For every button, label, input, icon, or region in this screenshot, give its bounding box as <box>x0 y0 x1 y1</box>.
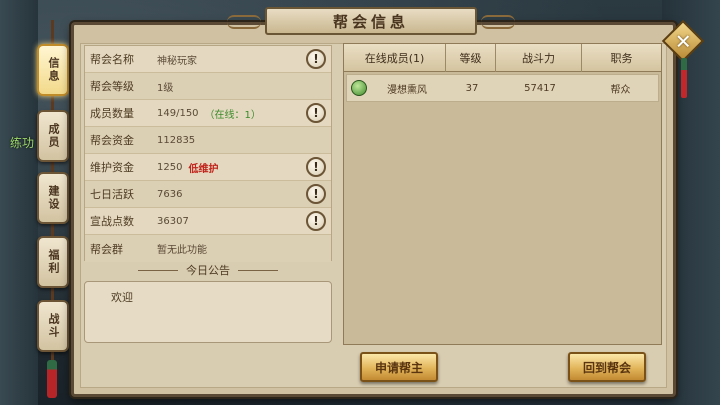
info-label: 七日活跃 <box>90 188 134 201</box>
member-name: 漫想熏风 <box>387 84 427 96</box>
return-guild-button[interactable]: 回到帮会 <box>568 352 646 382</box>
guild-info-table: 帮会名称 神秘玩家 ! 帮会等级 1级 成员数量 149/150 （在线：1） … <box>84 45 332 262</box>
info-value: 36307 <box>157 216 306 227</box>
notice-divider-right <box>238 269 278 271</box>
tab-welfare-label: 福利 <box>47 249 60 275</box>
maintenance-status: 低维护 <box>188 163 219 175</box>
notice-content: 欢迎 <box>111 291 133 304</box>
exclamation-icon[interactable]: ! <box>306 157 326 177</box>
tab-build[interactable]: 建设 <box>37 172 69 224</box>
info-label: 维护资金 <box>90 161 134 174</box>
member-level: 37 <box>465 82 479 94</box>
member-name-cell: 漫想熏风 <box>347 80 447 96</box>
info-row-guild-level: 帮会等级 1级 <box>85 73 331 100</box>
tab-members[interactable]: 成员 <box>37 110 69 162</box>
panel-title: 帮会信息 <box>332 12 409 31</box>
exclamation-icon[interactable]: ! <box>306 211 326 231</box>
col-level: 等级 <box>446 44 496 72</box>
notice-divider-left <box>138 269 178 271</box>
table-row[interactable]: 漫想熏风 37 57417 帮众 <box>346 74 659 102</box>
info-label: 成员数量 <box>90 107 134 120</box>
close-tassel <box>681 58 687 98</box>
notice-title: 今日公告 <box>186 264 230 277</box>
info-value: 1级 <box>157 79 331 94</box>
info-value: 149/150 （在线：1） <box>157 106 306 121</box>
info-row-war-points: 宣战点数 36307 ! <box>85 208 331 235</box>
guild-level-value: 1级 <box>157 82 174 94</box>
title-bar: 帮会信息 <box>227 7 515 35</box>
tab-rope-tassel <box>47 360 57 398</box>
exclamation-icon[interactable]: ! <box>306 49 326 69</box>
apply-leader-button[interactable]: 申请帮主 <box>360 352 438 382</box>
col-power: 战斗力 <box>496 44 582 72</box>
exclamation-icon[interactable]: ! <box>306 184 326 204</box>
info-value: 7636 <box>157 189 306 200</box>
maintenance-value: 1250 <box>157 161 183 173</box>
info-value: 神秘玩家 <box>157 52 306 67</box>
tab-battle-label: 战斗 <box>47 313 60 339</box>
exclamation-icon[interactable]: ! <box>306 103 326 123</box>
tab-welfare[interactable]: 福利 <box>37 236 69 288</box>
info-row-guild-name: 帮会名称 神秘玩家 ! <box>85 46 331 73</box>
info-label: 宣战点数 <box>90 215 134 228</box>
war-points-value: 36307 <box>157 215 189 227</box>
weekly-activity-value: 7636 <box>157 188 183 200</box>
info-label: 帮会资金 <box>90 134 134 147</box>
title-ornament-left <box>227 15 261 29</box>
scene-left-strip <box>0 0 38 405</box>
tab-info[interactable]: 信息 <box>37 44 69 96</box>
online-members-panel: 在线成员(1) 等级 战斗力 职务 漫想熏风 37 57417 帮众 <box>343 43 662 345</box>
info-row-guild-funds: 帮会资金 112835 <box>85 127 331 154</box>
info-label: 帮会等级 <box>90 80 134 93</box>
info-label: 帮会名称 <box>90 53 134 66</box>
info-value: 1250 低维护 <box>157 160 306 175</box>
info-value: 112835 <box>157 135 331 146</box>
online-status-icon <box>351 80 367 96</box>
online-count-note: （在线：1） <box>204 109 261 121</box>
member-role: 帮众 <box>610 84 631 96</box>
scene-floating-text: 练功 <box>10 136 35 150</box>
tab-members-label: 成员 <box>47 123 60 149</box>
info-row-guild-group: 帮会群 暂无此功能 <box>85 235 331 262</box>
info-row-maintenance: 维护资金 1250 低维护 ! <box>85 154 331 181</box>
info-label: 帮会群 <box>90 242 123 256</box>
guild-name-value: 神秘玩家 <box>157 55 197 67</box>
notice-header: 今日公告 <box>86 262 330 278</box>
tab-battle[interactable]: 战斗 <box>37 300 69 352</box>
tab-info-label: 信息 <box>47 57 60 83</box>
info-row-member-count: 成员数量 149/150 （在线：1） ! <box>85 100 331 127</box>
guild-group-value: 暂无此功能 <box>157 245 207 256</box>
members-table-header: 在线成员(1) 等级 战斗力 职务 <box>344 44 661 72</box>
member-power: 57417 <box>524 82 556 94</box>
title-ornament-right <box>481 15 515 29</box>
col-online-members: 在线成员(1) <box>344 44 446 72</box>
col-role: 职务 <box>610 52 633 65</box>
close-icon: ✕ <box>674 28 692 53</box>
notice-box[interactable]: 欢迎 <box>84 281 332 343</box>
tab-build-label: 建设 <box>47 185 60 211</box>
info-value: 暂无此功能 <box>157 241 331 256</box>
info-row-weekly-activity: 七日活跃 7636 ! <box>85 181 331 208</box>
member-count-value: 149/150 <box>157 107 199 119</box>
guild-funds-value: 112835 <box>157 134 196 146</box>
